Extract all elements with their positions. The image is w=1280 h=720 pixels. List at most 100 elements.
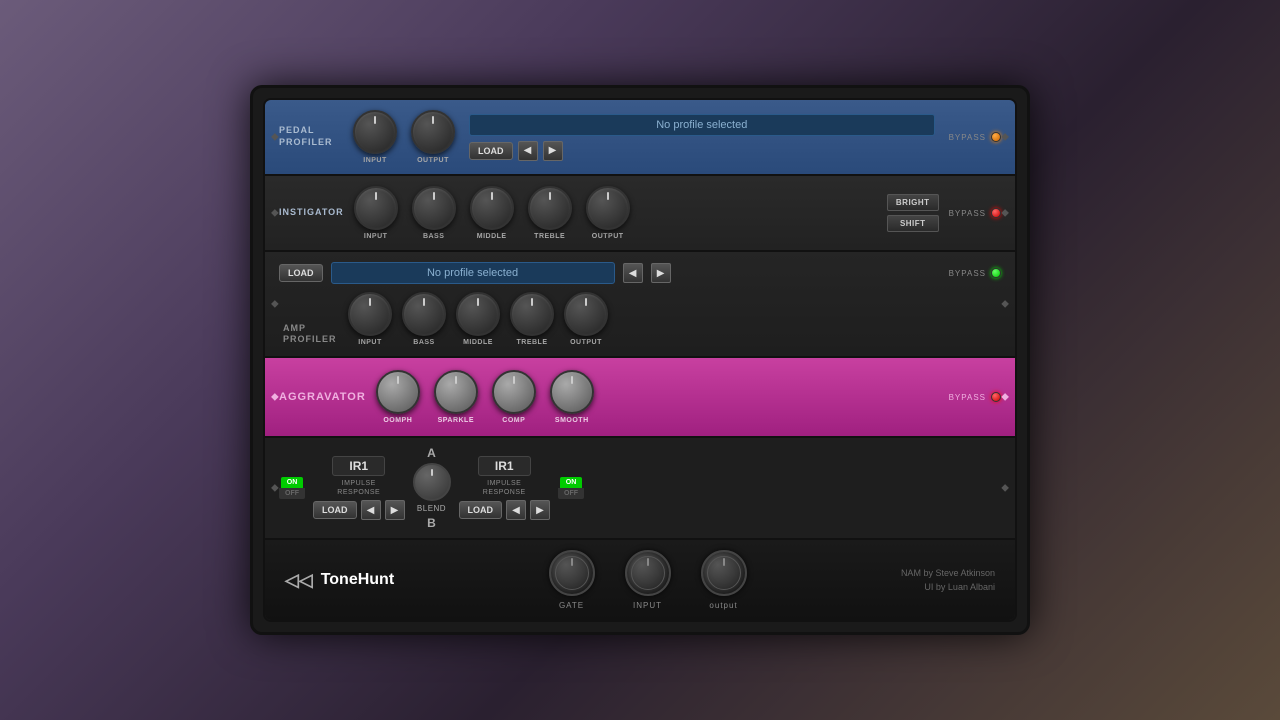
amp-middle-group: MIDDLE	[456, 292, 500, 346]
ir-a-next-button[interactable]: ▶	[385, 500, 405, 520]
amp-prev-button[interactable]: ◀	[623, 263, 643, 283]
ir-expand-left[interactable]: ◆	[271, 483, 279, 494]
instigator-label: INSTIGATOR	[279, 207, 344, 219]
instigator-expand-left[interactable]: ◆	[271, 208, 279, 219]
aggravator-oomph-knob[interactable]	[376, 370, 420, 414]
blend-knob[interactable]	[413, 463, 451, 501]
instigator-middle-knob[interactable]	[470, 186, 514, 230]
ir-expand-right[interactable]: ◆	[1001, 483, 1009, 494]
input-knob-group: INPUT	[625, 550, 671, 610]
amp-bass-knob[interactable]	[402, 292, 446, 336]
shift-button[interactable]: SHIFT	[887, 215, 939, 232]
aggravator-knobs: OOMPH SPARKLE COMP SMOOTH	[376, 370, 594, 424]
amp-expand-right[interactable]: ◆	[1001, 299, 1009, 310]
instigator-treble-knob[interactable]	[528, 186, 572, 230]
instigator-expand-right[interactable]: ◆	[1001, 208, 1009, 219]
aggravator-smooth-group: SMOOTH	[550, 370, 594, 424]
ir-a-on-label[interactable]: ON	[281, 477, 304, 488]
logo-text: ToneHunt	[321, 571, 394, 589]
credit-line1: NAM by Steve Atkinson	[901, 566, 995, 580]
instigator-input-knob[interactable]	[354, 186, 398, 230]
pedal-expand-right[interactable]: ◆	[1001, 132, 1009, 143]
amp-bypass-label: BYPASS	[949, 269, 986, 278]
pedal-bypass-led[interactable]	[991, 132, 1001, 142]
ir-b-label: IR1	[478, 456, 531, 476]
instigator-bass-group: BASS	[412, 186, 456, 240]
aggravator-expand-right[interactable]: ◆	[1001, 392, 1009, 403]
pedal-next-button[interactable]: ▶	[543, 141, 563, 161]
instigator-buttons: BRIGHT SHIFT	[887, 194, 939, 232]
pedal-input-knob-group: INPUT	[353, 110, 397, 164]
ir-a-sub-label: IMPULSERESPONSE	[337, 479, 380, 497]
footer-input-label: INPUT	[633, 601, 662, 610]
footer-output-knob[interactable]	[701, 550, 747, 596]
pedal-expand-left[interactable]: ◆	[271, 132, 279, 143]
aggravator-sparkle-group: SPARKLE	[434, 370, 478, 424]
ir-b-block: IR1 IMPULSERESPONSE LOAD ◀ ▶	[459, 456, 551, 520]
gate-knob-group: GATE	[549, 550, 595, 610]
instigator-bypass-led[interactable]	[991, 208, 1001, 218]
ir-b-on-label[interactable]: ON	[560, 477, 583, 488]
amp-treble-knob[interactable]	[510, 292, 554, 336]
ir-b-prev-button[interactable]: ◀	[506, 500, 526, 520]
amp-load-button[interactable]: LOAD	[279, 264, 323, 282]
ir-b-next-button[interactable]: ▶	[530, 500, 550, 520]
pedal-load-button[interactable]: LOAD	[469, 142, 513, 160]
aggravator-bypass-led[interactable]	[991, 392, 1001, 402]
aggravator-expand-left[interactable]: ◆	[271, 392, 279, 403]
aggravator-smooth-knob[interactable]	[550, 370, 594, 414]
b-label: B	[427, 516, 436, 530]
amp-treble-label: TREBLE	[517, 339, 548, 346]
ir-b-load-button[interactable]: LOAD	[459, 501, 503, 519]
ir-a-label: IR1	[332, 456, 385, 476]
gate-label: GATE	[559, 601, 584, 610]
ir-a-onoff-switch[interactable]: ON OFF	[279, 477, 305, 499]
ir-a-load-button[interactable]: LOAD	[313, 501, 357, 519]
amp-middle-knob[interactable]	[456, 292, 500, 336]
ir-a-prev-button[interactable]: ◀	[361, 500, 381, 520]
gate-knob[interactable]	[549, 550, 595, 596]
instigator-output-knob[interactable]	[586, 186, 630, 230]
amp-profiler-header: LOAD No profile selected ◀ ▶ BYPASS	[279, 262, 1001, 284]
ir-a-off-label[interactable]: OFF	[279, 488, 305, 499]
pedal-output-knob[interactable]	[411, 110, 455, 154]
instigator-bass-label: BASS	[423, 233, 444, 240]
aggravator-comp-label: COMP	[502, 417, 525, 424]
amp-output-knob[interactable]	[564, 292, 608, 336]
amp-bypass: BYPASS	[949, 268, 1001, 278]
logo-icon: ◁◁	[285, 570, 313, 591]
aggravator-sparkle-label: SPARKLE	[438, 417, 474, 424]
instigator-section: ◆ INSTIGATOR INPUT BASS MIDDLE TREBLE	[265, 176, 1015, 252]
amp-middle-label: MIDDLE	[463, 339, 493, 346]
aggravator-comp-knob[interactable]	[492, 370, 536, 414]
bright-button[interactable]: BRIGHT	[887, 194, 939, 211]
instigator-bypass: BYPASS	[949, 208, 1001, 218]
ir-b-off-label[interactable]: OFF	[558, 488, 584, 499]
tonehunt-logo: ◁◁ ToneHunt	[285, 570, 394, 591]
amp-bypass-led[interactable]	[991, 268, 1001, 278]
instigator-treble-group: TREBLE	[528, 186, 572, 240]
aggravator-oomph-label: OOMPH	[383, 417, 412, 424]
amp-bass-label: BASS	[413, 339, 434, 346]
pedal-bypass: BYPASS	[949, 132, 1001, 142]
pedal-profiler-section: ◆ PEDAL PROFILER INPUT OUTPUT No profile…	[265, 100, 1015, 176]
instigator-knobs: INPUT BASS MIDDLE TREBLE OUTPUT	[354, 186, 630, 240]
amp-next-button[interactable]: ▶	[651, 263, 671, 283]
aggravator-smooth-label: SMOOTH	[555, 417, 589, 424]
footer-input-knob[interactable]	[625, 550, 671, 596]
ir-b-controls: LOAD ◀ ▶	[459, 500, 551, 520]
footer: ◁◁ ToneHunt GATE INPUT output NAM by St	[265, 540, 1015, 620]
instigator-bass-knob[interactable]	[412, 186, 456, 230]
amp-input-knob[interactable]	[348, 292, 392, 336]
ir-b-onoff-switch[interactable]: ON OFF	[558, 477, 584, 499]
ir-b-sub-label: IMPULSERESPONSE	[483, 479, 526, 497]
blend-section: A BLEND B	[413, 446, 451, 530]
pedal-prev-button[interactable]: ◀	[518, 141, 538, 161]
amp-input-label: INPUT	[358, 339, 382, 346]
pedal-input-knob[interactable]	[353, 110, 397, 154]
amp-expand-left[interactable]: ◆	[271, 299, 279, 310]
footer-output-label: output	[709, 601, 737, 610]
footer-controls: GATE INPUT output	[549, 550, 747, 610]
aggravator-sparkle-knob[interactable]	[434, 370, 478, 414]
pedal-input-label: INPUT	[363, 157, 387, 164]
